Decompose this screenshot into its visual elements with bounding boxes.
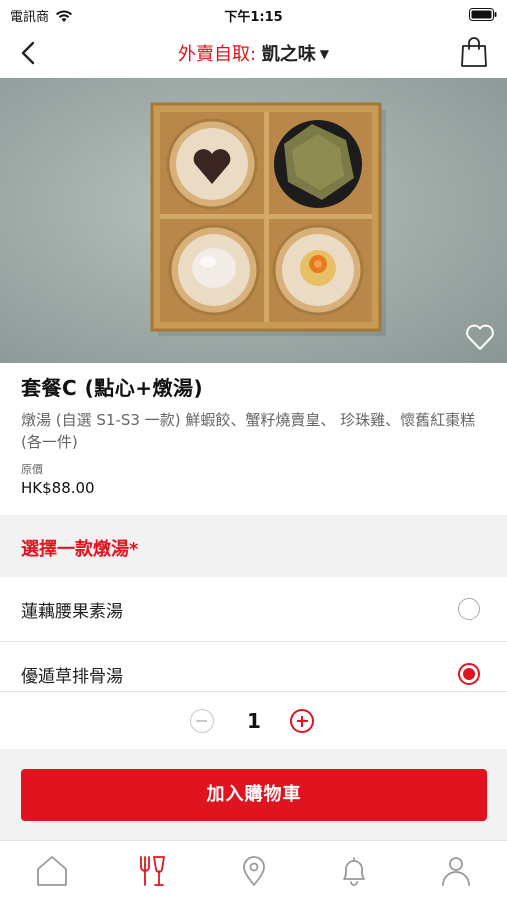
- quantity-value: 1: [247, 709, 261, 733]
- clock: 下午1:15: [224, 10, 283, 25]
- soup-option-label: 優遁草排骨湯: [21, 667, 123, 687]
- soup-option[interactable]: 優遁草排骨湯: [0, 642, 507, 691]
- add-to-cart-button[interactable]: 加入購物車: [21, 769, 487, 821]
- product-description: 燉湯 (自選 S1-S3 一款) 鮮蝦餃、蟹籽燒賣皇、 珍珠雞、懷舊紅棗糕 (各…: [21, 411, 476, 451]
- product-name: 套餐C (點心+燉湯): [21, 376, 204, 400]
- home-icon[interactable]: [34, 853, 70, 889]
- plus-icon[interactable]: [290, 709, 314, 733]
- radio-unselected-icon[interactable]: [458, 598, 480, 620]
- status-bar: 電訊商 下午1:15: [0, 0, 507, 28]
- price-label: 原價: [21, 463, 43, 476]
- favorite-heart-icon[interactable]: [465, 323, 495, 351]
- caret-down-icon: ▼: [319, 47, 330, 61]
- soup-option-label: 蓮藕腰果素湯: [21, 602, 123, 622]
- section-title: 選擇一款燉湯*: [21, 539, 139, 560]
- soup-section-header: 選擇一款燉湯*: [0, 515, 507, 577]
- cta-area: 加入購物車: [0, 749, 507, 840]
- tab-bar: [0, 840, 507, 900]
- store-name: 凱之味: [261, 44, 316, 65]
- minus-icon[interactable]: [190, 709, 214, 733]
- battery-icon: [469, 8, 497, 21]
- nav-bar: 外賣自取: 凱之味 ▼: [0, 28, 507, 78]
- fork-knife-icon[interactable]: [134, 853, 170, 889]
- bell-icon[interactable]: [336, 853, 372, 889]
- radio-selected-icon[interactable]: [458, 663, 480, 685]
- product-image: [0, 78, 507, 363]
- quantity-stepper: 1: [0, 691, 507, 749]
- shopping-bag-icon[interactable]: [459, 36, 489, 68]
- soup-option[interactable]: 蓮藕腰果素湯: [0, 577, 507, 641]
- store-selector[interactable]: 外賣自取: 凱之味 ▼: [0, 40, 507, 66]
- product-info: 套餐C (點心+燉湯) 燉湯 (自選 S1-S3 一款) 鮮蝦餃、蟹籽燒賣皇、 …: [21, 372, 491, 497]
- product-price: HK$88.00: [21, 479, 95, 497]
- dim-sum-photo: [150, 102, 386, 336]
- order-mode-label: 外賣自取:: [177, 44, 257, 65]
- location-pin-icon[interactable]: [236, 853, 272, 889]
- profile-icon[interactable]: [438, 853, 474, 889]
